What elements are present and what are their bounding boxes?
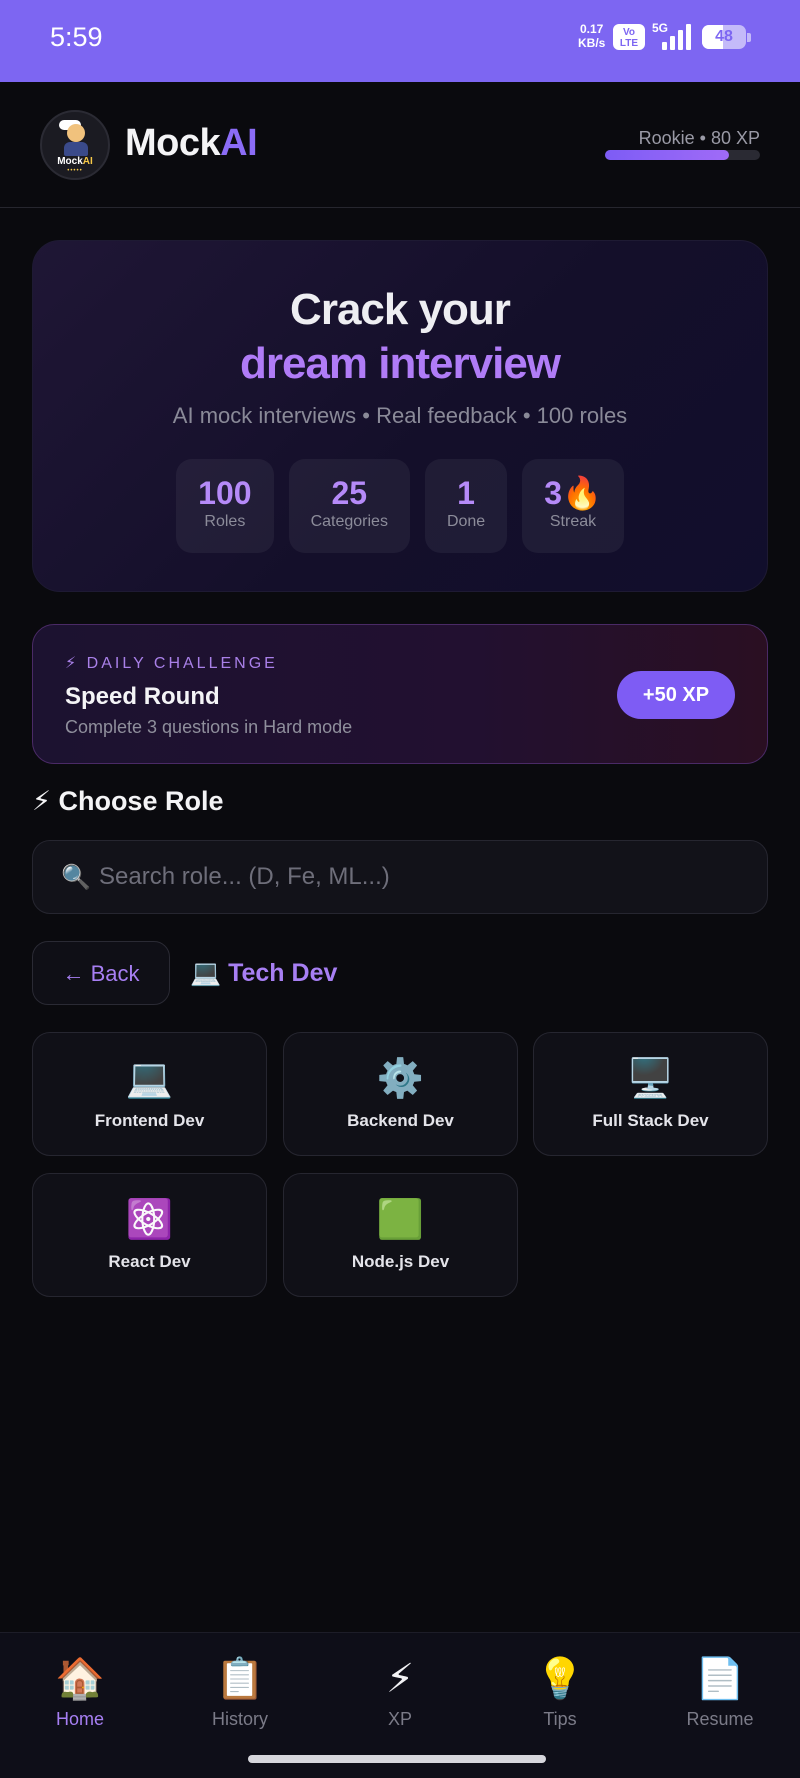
nav-label: XP bbox=[387, 1709, 412, 1729]
hero-title-line1: Crack your bbox=[290, 285, 511, 334]
battery-nub bbox=[747, 33, 751, 42]
role-tile-backend[interactable]: ⚙️ Backend Dev bbox=[283, 1032, 518, 1156]
nav-xp[interactable]: ⚡ XP bbox=[320, 1655, 480, 1730]
nav-resume[interactable]: 📄 Resume bbox=[640, 1655, 800, 1730]
signal-icon bbox=[662, 24, 691, 50]
stat-label: Done bbox=[446, 513, 486, 530]
network-speed-value: 0.17 bbox=[579, 22, 604, 36]
stat-value: 100 bbox=[198, 475, 252, 511]
atom-icon: ⚛️ bbox=[125, 1199, 174, 1241]
stat-label: Categories bbox=[310, 513, 388, 530]
logo-text-ai: AI bbox=[82, 156, 93, 167]
role-tile-fullstack[interactable]: 🖥️ Full Stack Dev bbox=[533, 1032, 768, 1156]
role-search-input[interactable]: 🔍 Search role... (D, Fe, ML...) bbox=[32, 840, 768, 914]
stat-done: 1 Done bbox=[424, 459, 508, 553]
nav-tips[interactable]: 💡 Tips bbox=[480, 1655, 640, 1730]
logo-body bbox=[64, 142, 88, 156]
role-label: Backend Dev bbox=[347, 1111, 454, 1130]
stat-value: 25 bbox=[331, 475, 368, 511]
role-tile-react[interactable]: ⚛️ React Dev bbox=[32, 1173, 267, 1297]
hero-card: Crack your dream interview AI mock inter… bbox=[32, 240, 768, 592]
battery-level: 48 bbox=[715, 28, 733, 45]
status-time: 5:59 bbox=[50, 22, 103, 52]
clipboard-icon: 📋 bbox=[215, 1657, 265, 1701]
search-icon: 🔍 bbox=[61, 864, 91, 891]
daily-challenge-tag: ⚡ DAILY CHALLENGE bbox=[65, 655, 278, 672]
network-speed: 0.17 KB/s bbox=[578, 22, 605, 50]
app-title: MockAI bbox=[125, 122, 258, 165]
daily-challenge-description: Complete 3 questions in Hard mode bbox=[65, 717, 353, 737]
stat-value: 1 bbox=[457, 475, 475, 511]
battery-icon: 48 bbox=[702, 25, 751, 49]
status-bar: 5:59 0.17 KB/s Vo LTE 5G 48 bbox=[0, 0, 800, 82]
role-label: Node.js Dev bbox=[351, 1252, 450, 1271]
role-tile-frontend[interactable]: 💻 Frontend Dev bbox=[32, 1032, 267, 1156]
stat-streak: 3🔥 Streak bbox=[522, 459, 624, 553]
nav-home[interactable]: 🏠 Home bbox=[0, 1655, 160, 1730]
brand-mock: Mock bbox=[125, 122, 221, 164]
role-label: Frontend Dev bbox=[94, 1111, 205, 1130]
nav-label: History bbox=[211, 1709, 268, 1729]
document-icon: 📄 bbox=[695, 1657, 745, 1701]
app-header: MockAI ••••• MockAI Rookie • 80 XP bbox=[0, 82, 800, 208]
stat-roles: 100 Roles bbox=[176, 459, 274, 553]
stat-categories: 25 Categories bbox=[288, 459, 410, 553]
nav-history[interactable]: 📋 History bbox=[160, 1655, 320, 1730]
stats-row: 100 Roles 25 Categories 1 Done 3🔥 Streak bbox=[33, 459, 767, 553]
nav-label: Resume bbox=[686, 1709, 754, 1729]
daily-challenge-title: Speed Round bbox=[65, 683, 220, 710]
category-breadcrumb: 💻 Tech Dev bbox=[190, 959, 338, 987]
nav-label: Home bbox=[55, 1709, 104, 1729]
desktop-icon: 🖥️ bbox=[626, 1058, 675, 1100]
brand-ai: AI bbox=[220, 122, 258, 164]
green-square-icon: 🟩 bbox=[376, 1199, 425, 1241]
nav-label: Tips bbox=[543, 1709, 577, 1729]
xp-progress-fill bbox=[605, 150, 729, 160]
stat-label: Streak bbox=[549, 513, 597, 530]
xp-rank: Rookie • 80 XP bbox=[638, 128, 760, 148]
app-logo[interactable]: MockAI ••••• bbox=[40, 110, 110, 180]
back-button[interactable]: ← Back bbox=[32, 941, 170, 1005]
logo-text-mock: Mock bbox=[57, 156, 83, 167]
xp-progress-bar bbox=[605, 150, 760, 160]
logo-text: MockAI bbox=[42, 156, 108, 167]
choose-role-heading: ⚡ Choose Role bbox=[32, 786, 224, 816]
lightbulb-icon: 💡 bbox=[535, 1657, 585, 1701]
logo-head bbox=[67, 124, 85, 142]
lightning-icon: ⚡ bbox=[385, 1657, 415, 1701]
search-placeholder: Search role... (D, Fe, ML...) bbox=[99, 863, 390, 890]
volte-icon: Vo LTE bbox=[613, 24, 645, 50]
hero-title-line2: dream interview bbox=[239, 339, 561, 388]
laptop-icon: 💻 bbox=[125, 1058, 174, 1100]
daily-reward-button[interactable]: +50 XP bbox=[617, 671, 735, 719]
daily-challenge-card[interactable]: ⚡ DAILY CHALLENGE Speed Round Complete 3… bbox=[32, 624, 768, 764]
stat-value: 3🔥 bbox=[544, 475, 602, 511]
home-indicator[interactable] bbox=[248, 1755, 546, 1763]
hero-subtitle: AI mock interviews • Real feedback • 100… bbox=[172, 403, 628, 428]
home-icon: 🏠 bbox=[55, 1657, 105, 1701]
role-tile-nodejs[interactable]: 🟩 Node.js Dev bbox=[283, 1173, 518, 1297]
stat-label: Roles bbox=[204, 513, 246, 530]
gear-icon: ⚙️ bbox=[376, 1058, 425, 1100]
logo-dots: ••••• bbox=[67, 168, 83, 174]
network-speed-unit: KB/s bbox=[578, 36, 606, 50]
role-label: Full Stack Dev bbox=[592, 1111, 709, 1130]
role-label: React Dev bbox=[108, 1252, 191, 1271]
